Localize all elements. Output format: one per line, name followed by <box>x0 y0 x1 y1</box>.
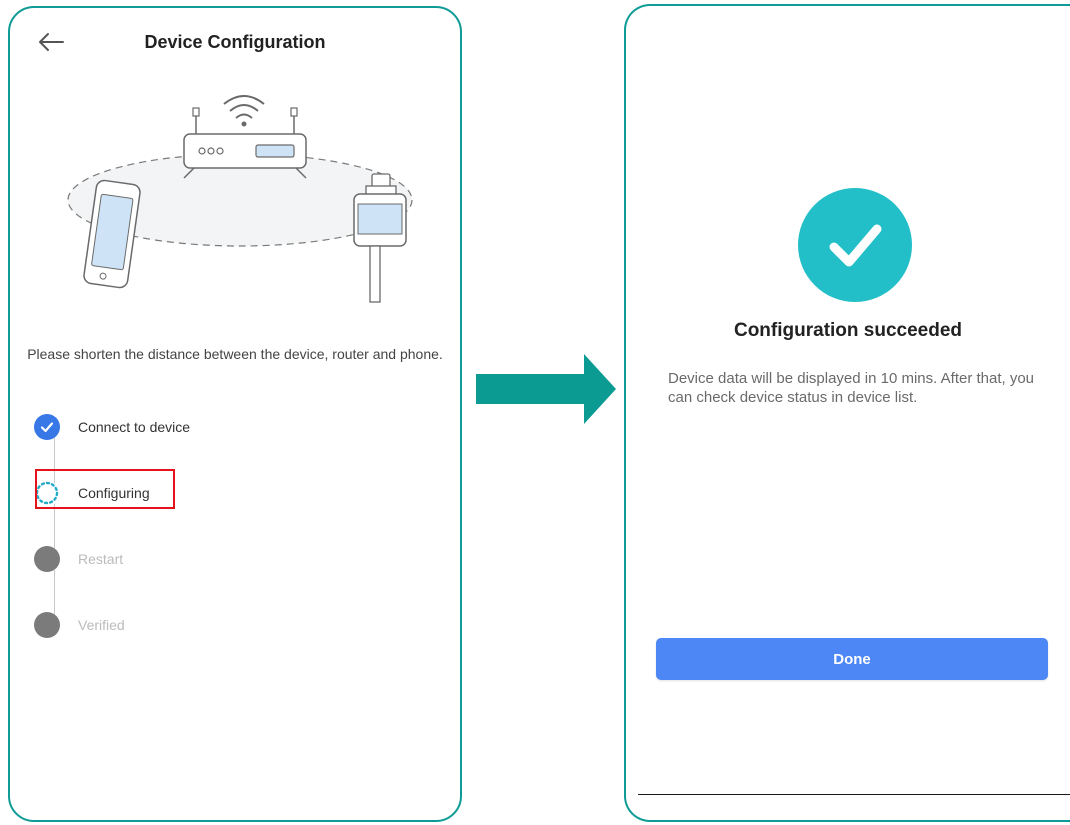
device-router-phone-illustration <box>67 95 413 303</box>
pending-circle-icon <box>34 546 60 572</box>
success-title: Configuration succeeded <box>733 320 963 341</box>
step-label: Connect to device <box>78 419 191 435</box>
step-connector <box>54 504 55 549</box>
pending-circle-icon <box>34 612 60 638</box>
page-title: Device Configuration <box>144 32 326 52</box>
success-description: Device data will be displayed in 10 mins… <box>668 370 1035 406</box>
step-label: Verified <box>78 617 125 633</box>
router-icon <box>183 95 307 179</box>
configuring-screen: Device Configuration Please shorten the … <box>8 6 462 822</box>
step-connector <box>54 570 55 615</box>
top-bar: Device Configuration <box>10 8 460 78</box>
step-restart: Restart <box>34 544 123 574</box>
step-connect-to-device: Connect to device <box>34 412 190 442</box>
bottom-divider <box>638 794 1070 795</box>
done-button[interactable]: Done <box>656 638 1048 680</box>
checkmark-icon <box>829 224 882 267</box>
step-label: Restart <box>78 551 124 567</box>
step-verified: Verified <box>34 610 125 640</box>
right-arrow-icon <box>476 354 616 424</box>
highlight-box <box>35 469 175 509</box>
success-screen: Configuration succeeded Device data will… <box>624 4 1070 822</box>
distance-hint: Please shorten the distance between the … <box>27 346 443 362</box>
check-circle-icon <box>34 414 60 440</box>
success-circle <box>798 188 912 302</box>
